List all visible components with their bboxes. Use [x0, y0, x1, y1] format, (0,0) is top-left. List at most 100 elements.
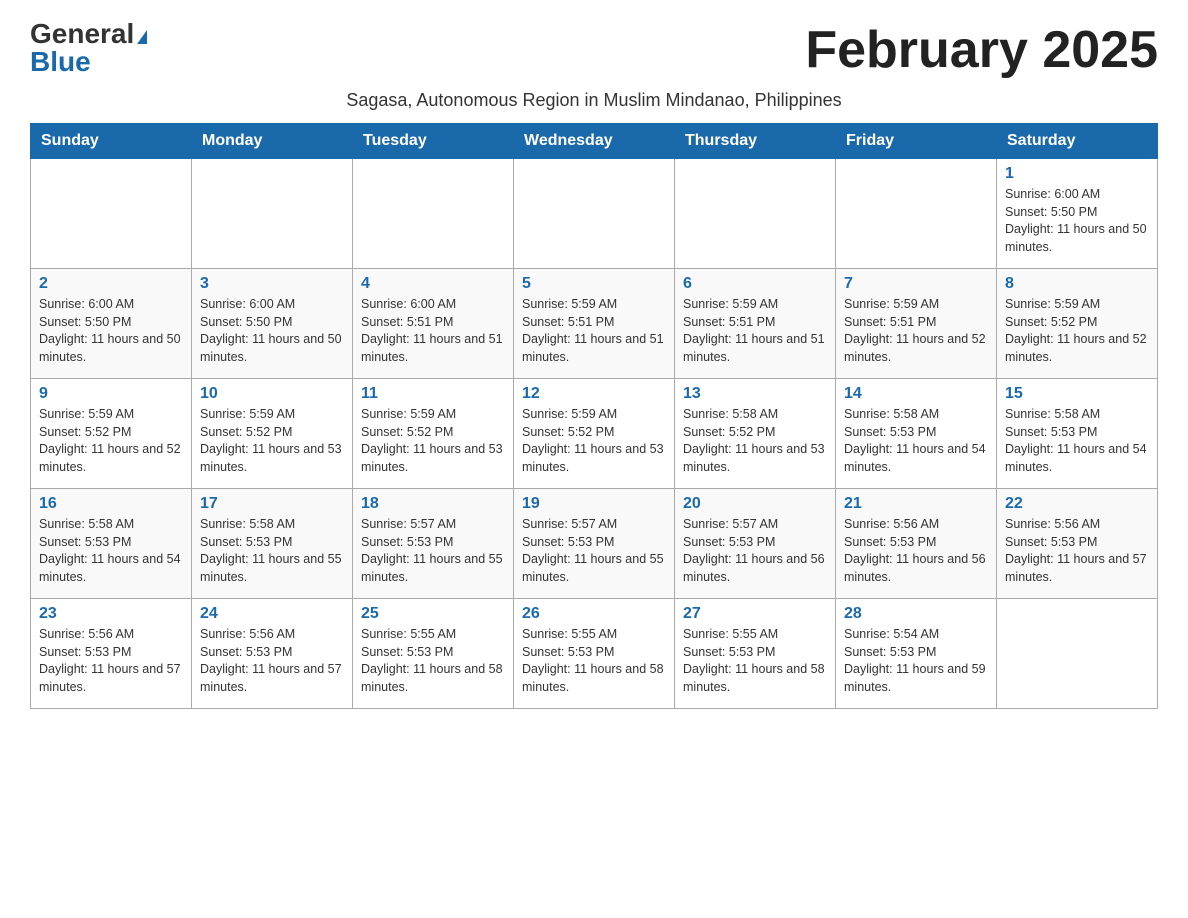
calendar-cell: 26 Sunrise: 5:55 AM Sunset: 5:53 PM Dayli…	[514, 599, 675, 709]
day-info: Sunrise: 5:59 AM Sunset: 5:52 PM Dayligh…	[361, 406, 505, 476]
calendar-week-row: 9 Sunrise: 5:59 AM Sunset: 5:52 PM Daylig…	[31, 379, 1158, 489]
day-number: 25	[361, 605, 505, 623]
day-info: Sunrise: 5:55 AM Sunset: 5:53 PM Dayligh…	[361, 626, 505, 696]
day-info: Sunrise: 5:57 AM Sunset: 5:53 PM Dayligh…	[361, 516, 505, 586]
calendar-cell: 12Sunrise: 5:59 AM Sunset: 5:52 PM Dayli…	[514, 379, 675, 489]
day-number: 27	[683, 605, 827, 623]
calendar-cell: 25 Sunrise: 5:55 AM Sunset: 5:53 PM Dayli…	[353, 599, 514, 709]
day-number: 18	[361, 495, 505, 513]
calendar-cell: 19 Sunrise: 5:57 AM Sunset: 5:53 PM Dayli…	[514, 489, 675, 599]
calendar-day-header: Saturday	[997, 124, 1158, 159]
day-info: Sunrise: 5:55 AM Sunset: 5:53 PM Dayligh…	[522, 626, 666, 696]
calendar-cell: 9 Sunrise: 5:59 AM Sunset: 5:52 PM Daylig…	[31, 379, 192, 489]
day-info: Sunrise: 5:56 AM Sunset: 5:53 PM Dayligh…	[39, 626, 183, 696]
day-info: Sunrise: 5:58 AM Sunset: 5:53 PM Dayligh…	[200, 516, 344, 586]
calendar-cell: 6 Sunrise: 5:59 AM Sunset: 5:51 PM Daylig…	[675, 269, 836, 379]
calendar-cell: 23 Sunrise: 5:56 AM Sunset: 5:53 PM Dayli…	[31, 599, 192, 709]
day-info: Sunrise: 6:00 AM Sunset: 5:51 PM Dayligh…	[361, 296, 505, 366]
calendar-cell: 3 Sunrise: 6:00 AM Sunset: 5:50 PM Daylig…	[192, 269, 353, 379]
day-number: 13	[683, 385, 827, 403]
calendar-week-row: 16 Sunrise: 5:58 AM Sunset: 5:53 PM Dayli…	[31, 489, 1158, 599]
day-number: 22	[1005, 495, 1149, 513]
calendar-cell: 15 Sunrise: 5:58 AM Sunset: 5:53 PM Dayli…	[997, 379, 1158, 489]
subtitle: Sagasa, Autonomous Region in Muslim Mind…	[30, 90, 1158, 111]
day-info: Sunrise: 5:54 AM Sunset: 5:53 PM Dayligh…	[844, 626, 988, 696]
day-info: Sunrise: 5:59 AM Sunset: 5:51 PM Dayligh…	[844, 296, 988, 366]
day-info: Sunrise: 5:56 AM Sunset: 5:53 PM Dayligh…	[200, 626, 344, 696]
day-info: Sunrise: 5:56 AM Sunset: 5:53 PM Dayligh…	[844, 516, 988, 586]
day-number: 7	[844, 275, 988, 293]
calendar-day-header: Monday	[192, 124, 353, 159]
calendar-cell	[836, 159, 997, 269]
day-number: 21	[844, 495, 988, 513]
calendar-cell: 5 Sunrise: 5:59 AM Sunset: 5:51 PM Daylig…	[514, 269, 675, 379]
day-number: 24	[200, 605, 344, 623]
calendar-cell: 4 Sunrise: 6:00 AM Sunset: 5:51 PM Daylig…	[353, 269, 514, 379]
day-number: 10	[200, 385, 344, 403]
day-info: Sunrise: 5:57 AM Sunset: 5:53 PM Dayligh…	[683, 516, 827, 586]
calendar-cell: 1Sunrise: 6:00 AM Sunset: 5:50 PM Daylig…	[997, 159, 1158, 269]
day-info: Sunrise: 5:59 AM Sunset: 5:52 PM Dayligh…	[39, 406, 183, 476]
calendar-cell	[514, 159, 675, 269]
day-number: 3	[200, 275, 344, 293]
day-number: 6	[683, 275, 827, 293]
calendar-cell: 18 Sunrise: 5:57 AM Sunset: 5:53 PM Dayli…	[353, 489, 514, 599]
day-info: Sunrise: 5:55 AM Sunset: 5:53 PM Dayligh…	[683, 626, 827, 696]
calendar-day-header: Wednesday	[514, 124, 675, 159]
calendar-cell: 11 Sunrise: 5:59 AM Sunset: 5:52 PM Dayli…	[353, 379, 514, 489]
logo-triangle-icon	[137, 30, 147, 44]
day-info: Sunrise: 5:59 AM Sunset: 5:51 PM Dayligh…	[683, 296, 827, 366]
calendar-day-header: Friday	[836, 124, 997, 159]
calendar-cell	[353, 159, 514, 269]
day-number: 16	[39, 495, 183, 513]
day-info: Sunrise: 6:00 AM Sunset: 5:50 PM Dayligh…	[1005, 186, 1149, 256]
calendar-cell	[997, 599, 1158, 709]
day-info: Sunrise: 5:59 AM Sunset: 5:52 PM Dayligh…	[522, 406, 666, 476]
month-title: February 2025	[805, 20, 1158, 80]
calendar-cell: 28 Sunrise: 5:54 AM Sunset: 5:53 PM Dayli…	[836, 599, 997, 709]
day-number: 11	[361, 385, 505, 403]
day-info: Sunrise: 5:58 AM Sunset: 5:53 PM Dayligh…	[1005, 406, 1149, 476]
calendar-cell: 10 Sunrise: 5:59 AM Sunset: 5:52 PM Dayli…	[192, 379, 353, 489]
logo-blue-text: Blue	[30, 48, 91, 76]
calendar-cell: 13 Sunrise: 5:58 AM Sunset: 5:52 PM Dayli…	[675, 379, 836, 489]
day-number: 14	[844, 385, 988, 403]
calendar-day-header: Sunday	[31, 124, 192, 159]
day-info: Sunrise: 5:57 AM Sunset: 5:53 PM Dayligh…	[522, 516, 666, 586]
day-number: 28	[844, 605, 988, 623]
day-number: 26	[522, 605, 666, 623]
calendar-cell: 8Sunrise: 5:59 AM Sunset: 5:52 PM Daylig…	[997, 269, 1158, 379]
day-info: Sunrise: 6:00 AM Sunset: 5:50 PM Dayligh…	[200, 296, 344, 366]
calendar-cell: 22Sunrise: 5:56 AM Sunset: 5:53 PM Dayli…	[997, 489, 1158, 599]
calendar-day-header: Tuesday	[353, 124, 514, 159]
day-number: 5	[522, 275, 666, 293]
day-info: Sunrise: 5:59 AM Sunset: 5:52 PM Dayligh…	[200, 406, 344, 476]
day-number: 19	[522, 495, 666, 513]
calendar-cell	[192, 159, 353, 269]
day-number: 9	[39, 385, 183, 403]
day-info: Sunrise: 6:00 AM Sunset: 5:50 PM Dayligh…	[39, 296, 183, 366]
day-info: Sunrise: 5:58 AM Sunset: 5:53 PM Dayligh…	[844, 406, 988, 476]
day-number: 8	[1005, 275, 1149, 293]
day-number: 2	[39, 275, 183, 293]
day-number: 15	[1005, 385, 1149, 403]
calendar-cell: 2 Sunrise: 6:00 AM Sunset: 5:50 PM Daylig…	[31, 269, 192, 379]
day-number: 4	[361, 275, 505, 293]
day-number: 20	[683, 495, 827, 513]
logo: General Blue	[30, 20, 147, 76]
calendar-cell: 21 Sunrise: 5:56 AM Sunset: 5:53 PM Dayli…	[836, 489, 997, 599]
day-number: 23	[39, 605, 183, 623]
calendar-cell	[675, 159, 836, 269]
calendar-cell: 24 Sunrise: 5:56 AM Sunset: 5:53 PM Dayli…	[192, 599, 353, 709]
calendar-cell: 7 Sunrise: 5:59 AM Sunset: 5:51 PM Daylig…	[836, 269, 997, 379]
day-info: Sunrise: 5:58 AM Sunset: 5:52 PM Dayligh…	[683, 406, 827, 476]
calendar-week-row: 23 Sunrise: 5:56 AM Sunset: 5:53 PM Dayli…	[31, 599, 1158, 709]
calendar-cell: 20 Sunrise: 5:57 AM Sunset: 5:53 PM Dayli…	[675, 489, 836, 599]
calendar-cell: 27 Sunrise: 5:55 AM Sunset: 5:53 PM Dayli…	[675, 599, 836, 709]
calendar-cell: 17Sunrise: 5:58 AM Sunset: 5:53 PM Dayli…	[192, 489, 353, 599]
page-header: General Blue February 2025	[30, 20, 1158, 80]
calendar-week-row: 1Sunrise: 6:00 AM Sunset: 5:50 PM Daylig…	[31, 159, 1158, 269]
calendar-week-row: 2 Sunrise: 6:00 AM Sunset: 5:50 PM Daylig…	[31, 269, 1158, 379]
day-info: Sunrise: 5:59 AM Sunset: 5:51 PM Dayligh…	[522, 296, 666, 366]
calendar-cell: 14 Sunrise: 5:58 AM Sunset: 5:53 PM Dayli…	[836, 379, 997, 489]
